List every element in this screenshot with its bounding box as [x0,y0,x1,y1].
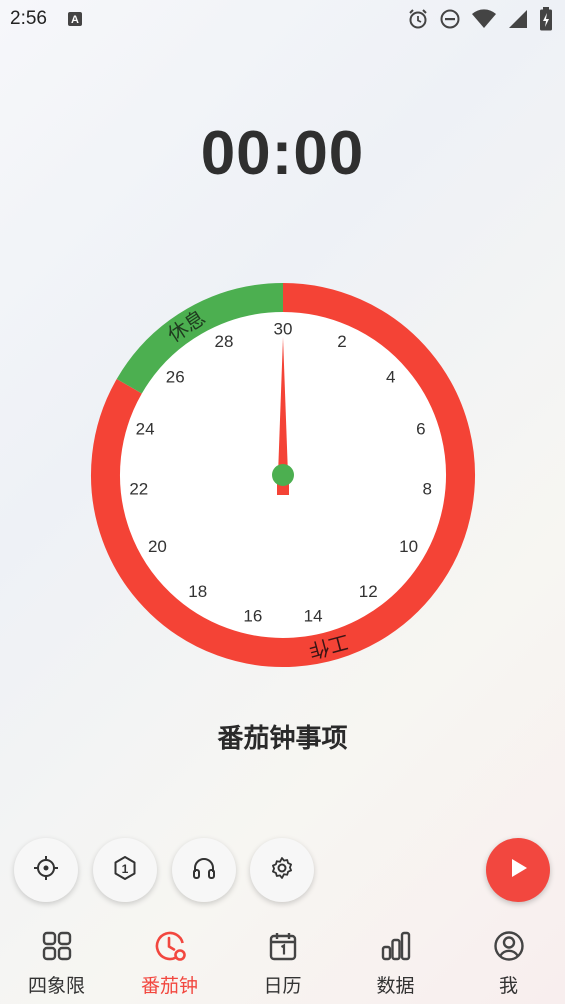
task-title[interactable]: 番茄钟事项 [0,718,565,755]
play-button[interactable] [486,838,550,902]
status-right [407,7,553,31]
count-one-text: 1 [122,862,129,876]
minute-label: 6 [416,420,425,439]
nav-item-pomodoro[interactable]: 番茄钟 [113,922,226,1004]
count-button[interactable]: 1 [93,838,157,902]
status-bar: 2:56 A [0,0,565,38]
bottom-nav: 四象限 番茄钟 日历 数据 我 [0,922,565,1004]
headphones-icon [191,855,217,886]
grid-quadrant-icon [41,930,73,967]
minute-label: 2 [337,332,346,351]
nav-label-pomodoro: 番茄钟 [140,976,198,997]
pomodoro-dial[interactable]: 30 2 4 6 8 10 12 14 16 18 20 22 24 26 28 休息 工作 [90,282,476,668]
gear-icon [269,855,295,886]
svg-text:A: A [71,14,79,26]
focus-target-button[interactable] [14,838,78,902]
nav-item-quadrant[interactable]: 四象限 [0,922,113,1004]
settings-button[interactable] [250,838,314,902]
wifi-icon [471,8,497,30]
minute-label: 22 [129,480,148,499]
nav-label-quadrant: 四象限 [27,976,85,997]
nav-item-data[interactable]: 数据 [339,922,452,1004]
minute-label: 26 [166,367,185,386]
alarm-icon [407,8,429,30]
minute-label: 20 [148,537,167,556]
nav-label-profile: 我 [498,976,518,997]
nav-item-profile[interactable]: 我 [452,922,565,1004]
minute-label: 28 [215,332,234,351]
pomodoro-clock-icon [154,930,186,967]
cell-signal-icon [507,8,529,30]
minute-label: 30 [274,319,293,338]
timer-display: 00:00 [200,119,365,188]
text-a-notification-icon: A [67,11,83,27]
minute-label: 16 [243,606,262,625]
nav-label-data: 数据 [376,976,415,997]
user-profile-icon [493,930,525,967]
focus-target-icon [33,855,59,886]
status-time: 2:56 [10,8,47,29]
minute-label: 14 [304,606,323,625]
play-icon [505,855,531,886]
nav-item-calendar[interactable]: 日历 [226,922,339,1004]
minute-label: 12 [359,582,378,601]
minute-label: 24 [136,420,155,439]
do-not-disturb-icon [439,8,461,30]
calendar-icon [267,930,299,967]
dial-hub [272,464,294,486]
minute-label: 4 [386,367,395,386]
count-one-icon: 1 [112,855,138,886]
dial-svg: 30246810121416182022242628 休息 工作 [91,283,475,667]
minute-label: 10 [399,537,418,556]
minute-label: 18 [188,582,207,601]
status-left: 2:56 A [10,8,83,30]
bar-chart-icon [380,930,412,967]
minute-label: 8 [422,480,431,499]
white-noise-button[interactable] [172,838,236,902]
nav-label-calendar: 日历 [263,976,302,997]
battery-icon [539,7,553,31]
